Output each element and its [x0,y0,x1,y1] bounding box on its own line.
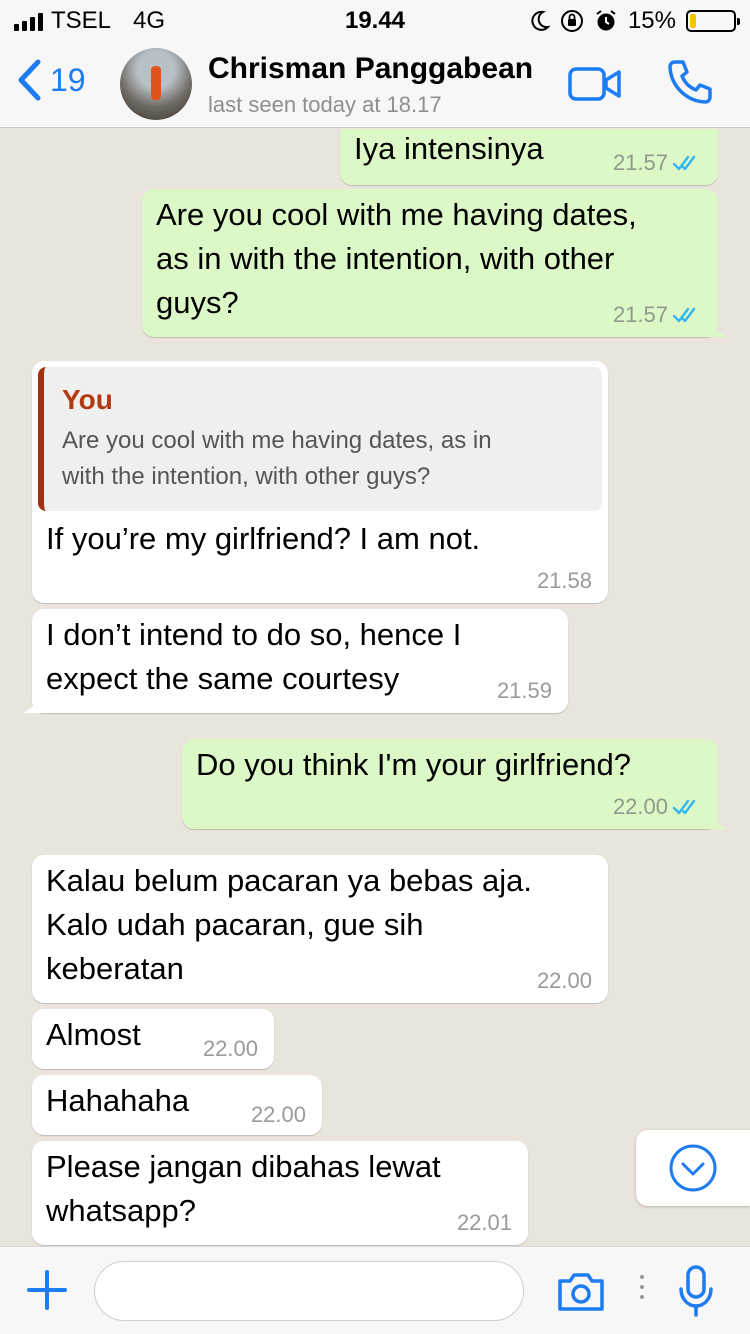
message-line: Are you cool with me having dates, [156,197,637,232]
message-meta: 22.00 [251,1103,306,1127]
message-time: 21.59 [496,678,552,703]
microphone-icon[interactable] [678,1265,714,1317]
message-input[interactable] [94,1261,524,1321]
quoted-author: You [62,384,113,415]
scroll-down-button[interactable] [636,1130,750,1206]
message-time: 21.57 [612,302,668,327]
plus-icon[interactable] [26,1269,68,1311]
phone-call-icon[interactable] [666,58,714,106]
message-time: 22.00 [250,1102,306,1127]
quoted-text: Are you cool with me having dates, as in… [62,423,584,495]
avatar[interactable] [120,48,192,120]
message-line: as in with the intention, with other [156,241,615,276]
message-meta: 21.58 [537,569,592,593]
bubble-tail [708,809,728,829]
battery-icon [686,10,740,32]
message-bubble[interactable]: You Are you cool with me having dates, a… [32,361,608,603]
message-list[interactable]: Iya intensinya 21.57 Are you cool with m… [0,129,750,1246]
message-bubble[interactable]: Please jangan dibahas lewat whatsapp? 22… [32,1141,528,1245]
separator-dots [640,1275,644,1299]
rotation-lock-icon [560,10,583,32]
message-meta: 22.01 [457,1211,512,1235]
status-bar: TSEL 4G 19.44 15% [0,0,750,40]
status-right: 15% [530,7,740,35]
message-meta: 22.00 [613,795,702,819]
back-button[interactable]: 19 [16,58,86,102]
message-text: If you’re my girlfriend? I am not. [46,521,481,556]
message-bubble[interactable]: I don’t intend to do so, hence I expect … [22,609,568,713]
message-time: 22.00 [536,968,592,993]
message-text: I don’t intend to do so, hence I expect … [46,609,554,701]
message-line: expect the same courtesy [46,661,400,696]
message-bubble[interactable]: Iya intensinya 21.57 [340,129,718,185]
message-meta: 21.57 [613,303,702,327]
battery-percentage: 15% [627,7,676,34]
message-bubble[interactable]: Do you think I'm your girlfriend? 22.00 [182,739,728,829]
message-line: Kalo udah pacaran, gue sih [46,907,424,942]
message-meta: 22.00 [203,1037,258,1061]
battery-fill [690,14,697,28]
message-text: Kalau belum pacaran ya bebas aja. Kalo u… [46,855,594,991]
message-bubble[interactable]: Hahahaha 22.00 [32,1075,322,1135]
last-seen: last seen today at 18.17 [208,92,442,117]
double-tick-icon [672,155,696,171]
message-meta: 21.59 [497,679,552,703]
message-meta: 21.57 [613,151,702,175]
message-bubble[interactable]: Are you cool with me having dates, as in… [142,189,728,337]
message-time: 22.00 [202,1036,258,1061]
message-line: Kalau belum pacaran ya bebas aja. [46,863,532,898]
contact-name[interactable]: Chrisman Panggabean [208,52,533,86]
alarm-icon [596,10,616,31]
message-bubble[interactable]: Kalau belum pacaran ya bebas aja. Kalo u… [32,855,608,1003]
message-text: Do you think I'm your girlfriend? [196,747,631,782]
bubble-tail [708,317,728,337]
bubble-tail [22,693,42,713]
message-bubble[interactable]: Almost 22.00 [32,1009,274,1069]
message-time: 21.57 [612,150,668,175]
double-tick-icon [672,307,696,323]
quoted-line: with the intention, with other guys? [62,463,431,490]
moon-icon [531,10,550,31]
message-time: 22.01 [456,1210,512,1235]
back-chevron-icon [18,59,41,101]
message-text: Please jangan dibahas lewat whatsapp? [46,1141,514,1233]
message-time: 22.00 [612,794,668,819]
unread-count: 19 [50,61,86,98]
quoted-line: Are you cool with me having dates, as in [62,427,492,454]
message-line: whatsapp? [46,1193,196,1228]
message-line: Please jangan dibahas lewat [46,1149,441,1184]
scroll-down-icon [669,1144,717,1192]
input-bar [0,1246,750,1334]
video-call-icon[interactable] [568,64,622,104]
message-time: 21.58 [536,568,592,593]
chat-header: 19 Chrisman Panggabean last seen today a… [0,40,750,128]
message-line: I don’t intend to do so, hence I [46,617,462,652]
quoted-message[interactable]: You Are you cool with me having dates, a… [38,367,602,511]
message-line: keberatan [46,951,184,986]
double-tick-icon [672,799,696,815]
avatar-figure [151,66,161,100]
message-meta: 22.00 [537,969,592,993]
camera-icon[interactable] [556,1271,606,1313]
